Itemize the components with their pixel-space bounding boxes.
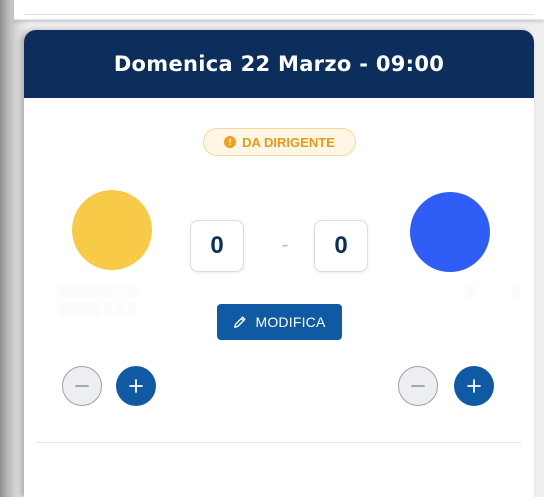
home-team-avatar [72, 190, 152, 270]
away-team-avatar [410, 192, 490, 272]
plus-icon [129, 379, 143, 393]
plus-icon [467, 379, 481, 393]
minus-icon [75, 385, 89, 387]
manager-badge: ! DA DIRIGENTE [203, 128, 356, 156]
home-score[interactable]: 0 [190, 220, 244, 272]
match-card: Domenica 22 Marzo - 09:00 ! DA DIRIGENTE… [24, 30, 534, 497]
away-increment-button[interactable] [454, 366, 494, 406]
badge-label: DA DIRIGENTE [242, 134, 335, 150]
edit-button-label: MODIFICA [255, 314, 326, 330]
home-increment-button[interactable] [116, 366, 156, 406]
app-screen: Domenica 22 Marzo - 09:00 ! DA DIRIGENTE… [0, 0, 544, 497]
match-date-header: Domenica 22 Marzo - 09:00 [24, 30, 534, 98]
pencil-icon [234, 316, 246, 328]
minus-icon [411, 385, 425, 387]
home-team-name: ░░░░░░░ ░░ ░░░░░ ░ ░ ░ [58, 284, 138, 316]
home-decrement-button[interactable] [62, 366, 102, 406]
away-team-name: ░ ░ [466, 284, 520, 298]
away-decrement-button[interactable] [398, 366, 438, 406]
info-icon: ! [224, 136, 237, 148]
score-separator: - [281, 234, 289, 256]
edit-button[interactable]: MODIFICA [217, 304, 342, 340]
away-score[interactable]: 0 [314, 220, 368, 272]
previous-card-edge [14, 0, 544, 20]
card-divider [36, 442, 522, 443]
